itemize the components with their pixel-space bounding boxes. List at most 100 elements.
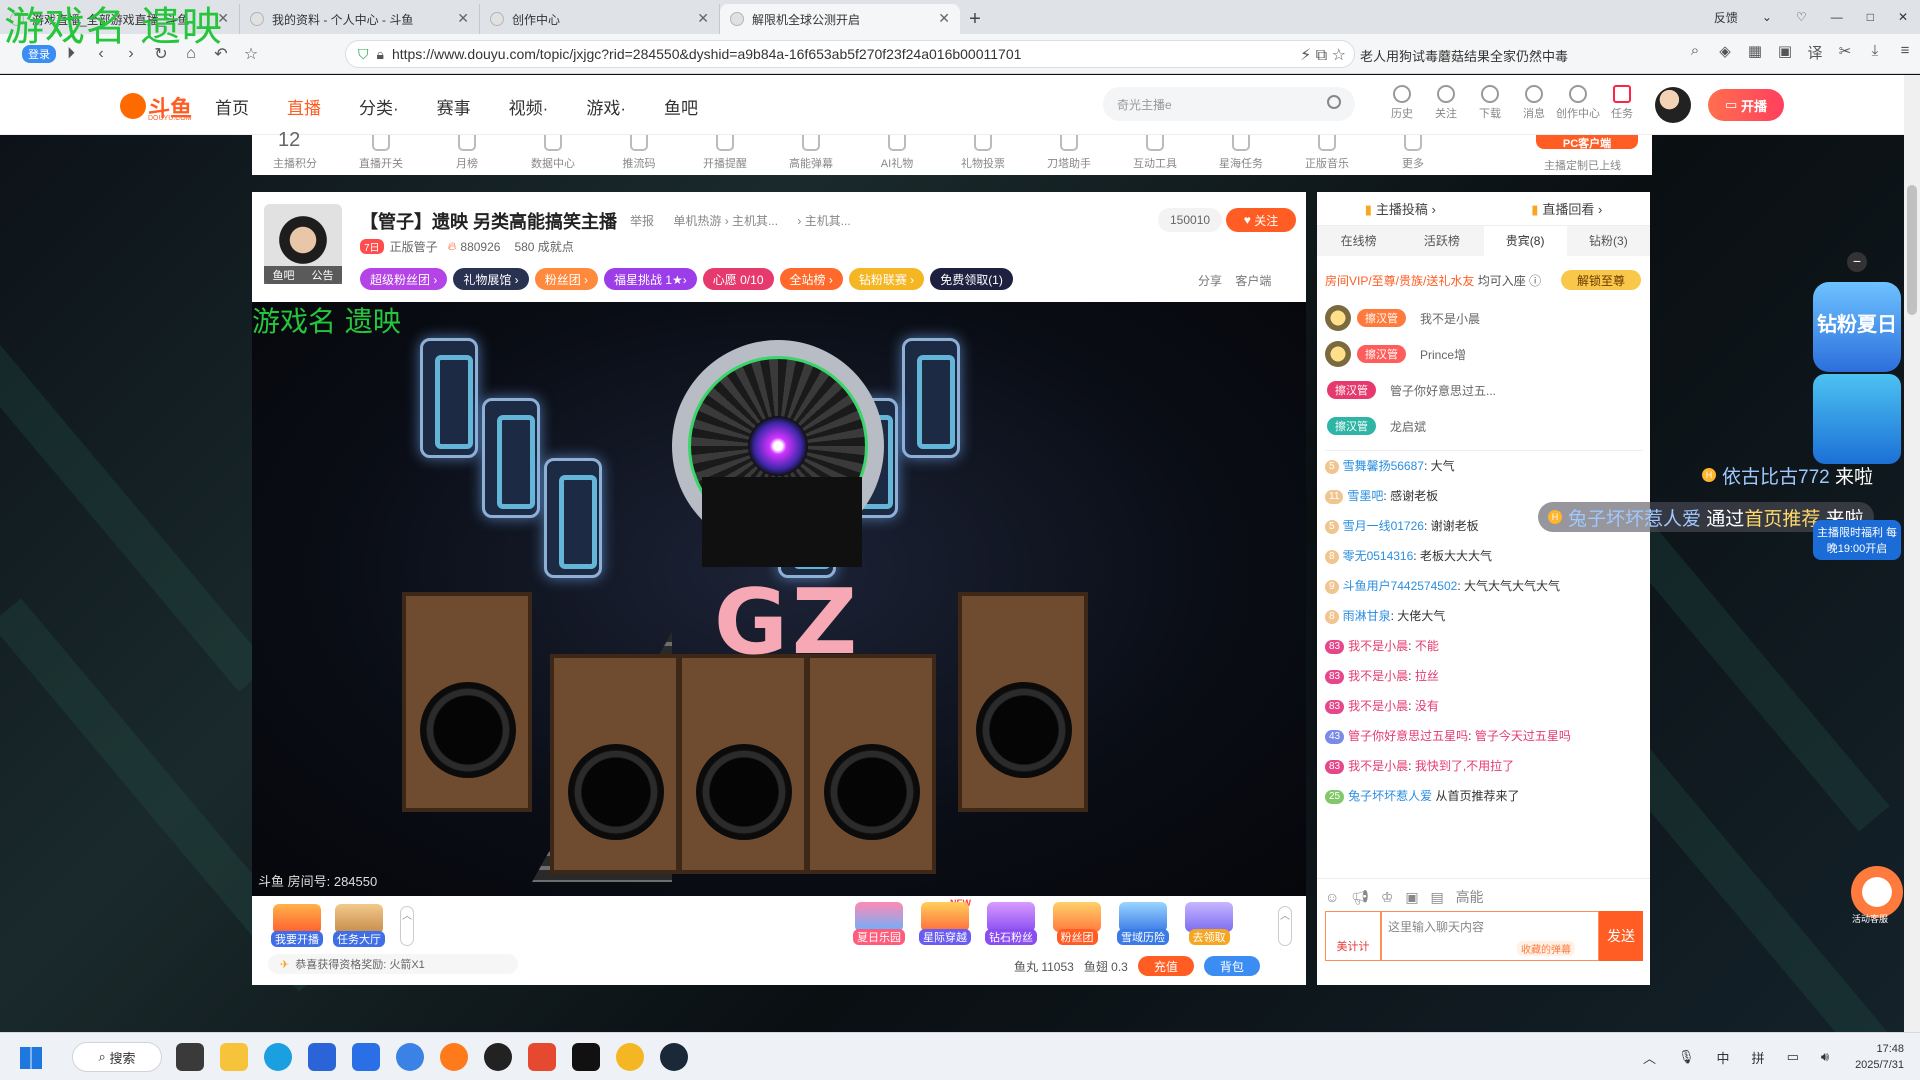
browser-tab-3[interactable]: 创作中心 ✕ [480,4,720,34]
share-button[interactable]: 分享 [1198,274,1222,288]
task-view-icon[interactable] [176,1043,204,1071]
customer-support-icon[interactable] [1851,866,1903,918]
anchor-avatar[interactable]: 鱼吧 公告 [264,204,342,284]
expand-arrow-icon[interactable]: ︿ [1278,906,1292,946]
tab-active-rank[interactable]: 活跃榜 [1400,226,1483,256]
reader-icon[interactable]: ▣ [1770,42,1800,63]
creator-center-button[interactable]: 创作中心 [1556,85,1600,121]
counter-button[interactable]: 美计计 [1325,911,1381,961]
capcut-icon[interactable] [572,1043,600,1071]
nav-home[interactable]: 首页 [215,94,249,119]
chat-username[interactable]: 我不是小晨 [1348,669,1408,683]
chat-username[interactable]: 兔子坏坏惹人爱 [1348,789,1432,803]
maximize-button[interactable]: □ [1855,10,1886,24]
yellow-app-icon[interactable] [616,1043,644,1071]
chat-username[interactable]: 雪舞馨扬56687 [1343,459,1424,473]
page-scrollbar[interactable] [1904,75,1920,1032]
lightning-icon[interactable]: ⚡︎ [1300,47,1311,64]
tool-stream-key[interactable]: 推流码 [596,135,682,175]
taskbar-search[interactable]: ⌕ 搜索 [72,1042,162,1072]
crown-icon[interactable]: ♔ [1381,889,1394,905]
anchor-name[interactable]: 正版管子 [390,238,438,255]
history-button[interactable]: 历史 [1380,85,1424,121]
fishbar-link[interactable]: 鱼吧 [273,267,295,283]
browser-tab-2[interactable]: 我的资料 - 个人中心 - 斗鱼 ✕ [240,4,480,34]
douyu-logo[interactable]: 斗鱼 DOUYU.COM [120,89,196,122]
notice-link[interactable]: 公告 [312,267,334,283]
file-explorer-icon[interactable] [220,1043,248,1071]
activity-diamond-fans[interactable]: 钻石粉丝 [978,902,1044,945]
activity-summer-park[interactable]: 夏日乐园 [846,902,912,945]
nav-events[interactable]: 赛事 [437,94,471,119]
video-player[interactable]: 游戏名 遗映 GZ 斗鱼 房间号: 284550 [252,302,1306,896]
obs-icon[interactable] [484,1043,512,1071]
category-link[interactable]: 单机热游 › 主机其... [673,214,778,228]
tool-live-reminder[interactable]: 开播提醒 [682,135,768,175]
expand-arrow-icon[interactable]: ︿ [400,906,414,946]
tool-licensed-music[interactable]: 正版音乐 [1284,135,1370,175]
tasks-button[interactable]: 任务 [1600,85,1644,121]
pc-client-button[interactable]: PC客户端 [1536,135,1638,150]
replay-link[interactable]: 直播回看 › [1531,199,1602,218]
tab-online-rank[interactable]: 在线榜 [1317,226,1400,256]
summer-park-promo[interactable]: 钻粉夏日乐园 主播限时福利 每晚19:00开启 [1813,282,1901,580]
noble-icon[interactable]: ▤ [1430,889,1443,905]
close-icon[interactable]: ✕ [697,10,709,27]
download-icon[interactable]: ⤓ [1860,42,1890,63]
promo-close-button[interactable]: − [1847,252,1867,272]
ime-language[interactable]: 中 [1717,1048,1730,1067]
subcategory-link[interactable]: › 主机其... [797,214,850,228]
bookmark-star-icon[interactable]: ☆ [1332,47,1346,64]
close-icon[interactable]: ✕ [457,10,469,27]
nav-fishbar[interactable]: 鱼吧 [664,94,698,119]
browser-tab-4[interactable]: 解限机全球公测开启 ✕ [720,4,960,34]
collection-icon[interactable]: ♡ [1784,10,1819,24]
vip-row[interactable]: 擦汉管 龙启斌 [1325,408,1645,444]
search-icon[interactable] [1327,95,1341,109]
tool-more[interactable]: 更多 [1370,135,1456,175]
high-danmu-label[interactable]: 高能 [1456,889,1484,905]
chat-username[interactable]: 管子你好意思过五星吗 [1348,729,1468,743]
tab-diamond-fans[interactable]: 钻粉(3) [1567,226,1650,256]
menu-icon[interactable]: ≡ [1890,42,1920,63]
chat-username[interactable]: 零无0514316 [1343,549,1414,563]
vip-row[interactable]: 擦汉管 我不是小晨 [1325,300,1645,336]
ime-mode[interactable]: 拼 [1752,1048,1765,1067]
badge-fan-club[interactable]: 粉丝团 › [534,268,599,290]
badge-super-fans[interactable]: 超级粉丝团 › [360,268,448,290]
badge-gift-hall[interactable]: 礼物展馆 › [453,268,529,290]
news-ticker[interactable]: 老人用狗试毒蘑菇结果全家仍然中毒 [1360,46,1568,65]
feedback-button[interactable]: 反馈 [1702,9,1750,26]
edge-icon[interactable] [264,1043,292,1071]
vip-row[interactable]: 擦汉管 Prince增 [1325,336,1645,372]
site-search-input[interactable]: 奇光主播e [1103,87,1355,121]
scrollbar-thumb[interactable] [1907,185,1917,315]
close-icon[interactable]: ✕ [938,10,950,27]
microphone-icon[interactable]: 🎙︎ [1678,1049,1695,1065]
badge-lucky-challenge[interactable]: 福星挑战 1★› [604,268,697,290]
chevron-up-icon[interactable]: ︿ [1643,1048,1656,1067]
tool-live-switch[interactable]: 直播开关 [338,135,424,175]
nav-games[interactable]: 游戏· [586,94,626,119]
saved-danmu-button[interactable]: 收藏的弹幕 [1517,941,1575,956]
start-stream-shortcut[interactable]: 我要开播 [266,904,328,947]
badge-wish[interactable]: 心愿 0/10 [702,268,774,290]
recharge-button[interactable]: 充值 [1137,956,1194,976]
chevron-down-icon[interactable]: ⌄ [1750,10,1784,24]
orange-app-icon[interactable] [440,1043,468,1071]
browser-icon[interactable] [396,1043,424,1071]
chat-username[interactable]: 斗鱼用户7442574502 [1343,579,1458,593]
apps-grid-icon[interactable]: ▦ [1740,42,1770,63]
anchor-submit-link[interactable]: 主播投稿 › [1365,199,1436,218]
client-button[interactable]: 客户端 [1235,274,1271,288]
report-link[interactable]: 举报 [630,214,654,228]
minimize-button[interactable]: — [1819,10,1855,24]
app-icon[interactable] [352,1043,380,1071]
steam-icon[interactable] [660,1043,688,1071]
megaphone-icon[interactable]: 📢︎ [1351,889,1369,905]
messages-button[interactable]: 消息 [1512,85,1556,121]
tool-dota-helper[interactable]: 刀塔助手 [1026,135,1112,175]
tool-high-danmu[interactable]: 高能弹幕 [768,135,854,175]
screenshot-icon[interactable]: ⧉ [1316,47,1327,64]
favorites-star-icon[interactable]: ☆ [236,44,266,64]
